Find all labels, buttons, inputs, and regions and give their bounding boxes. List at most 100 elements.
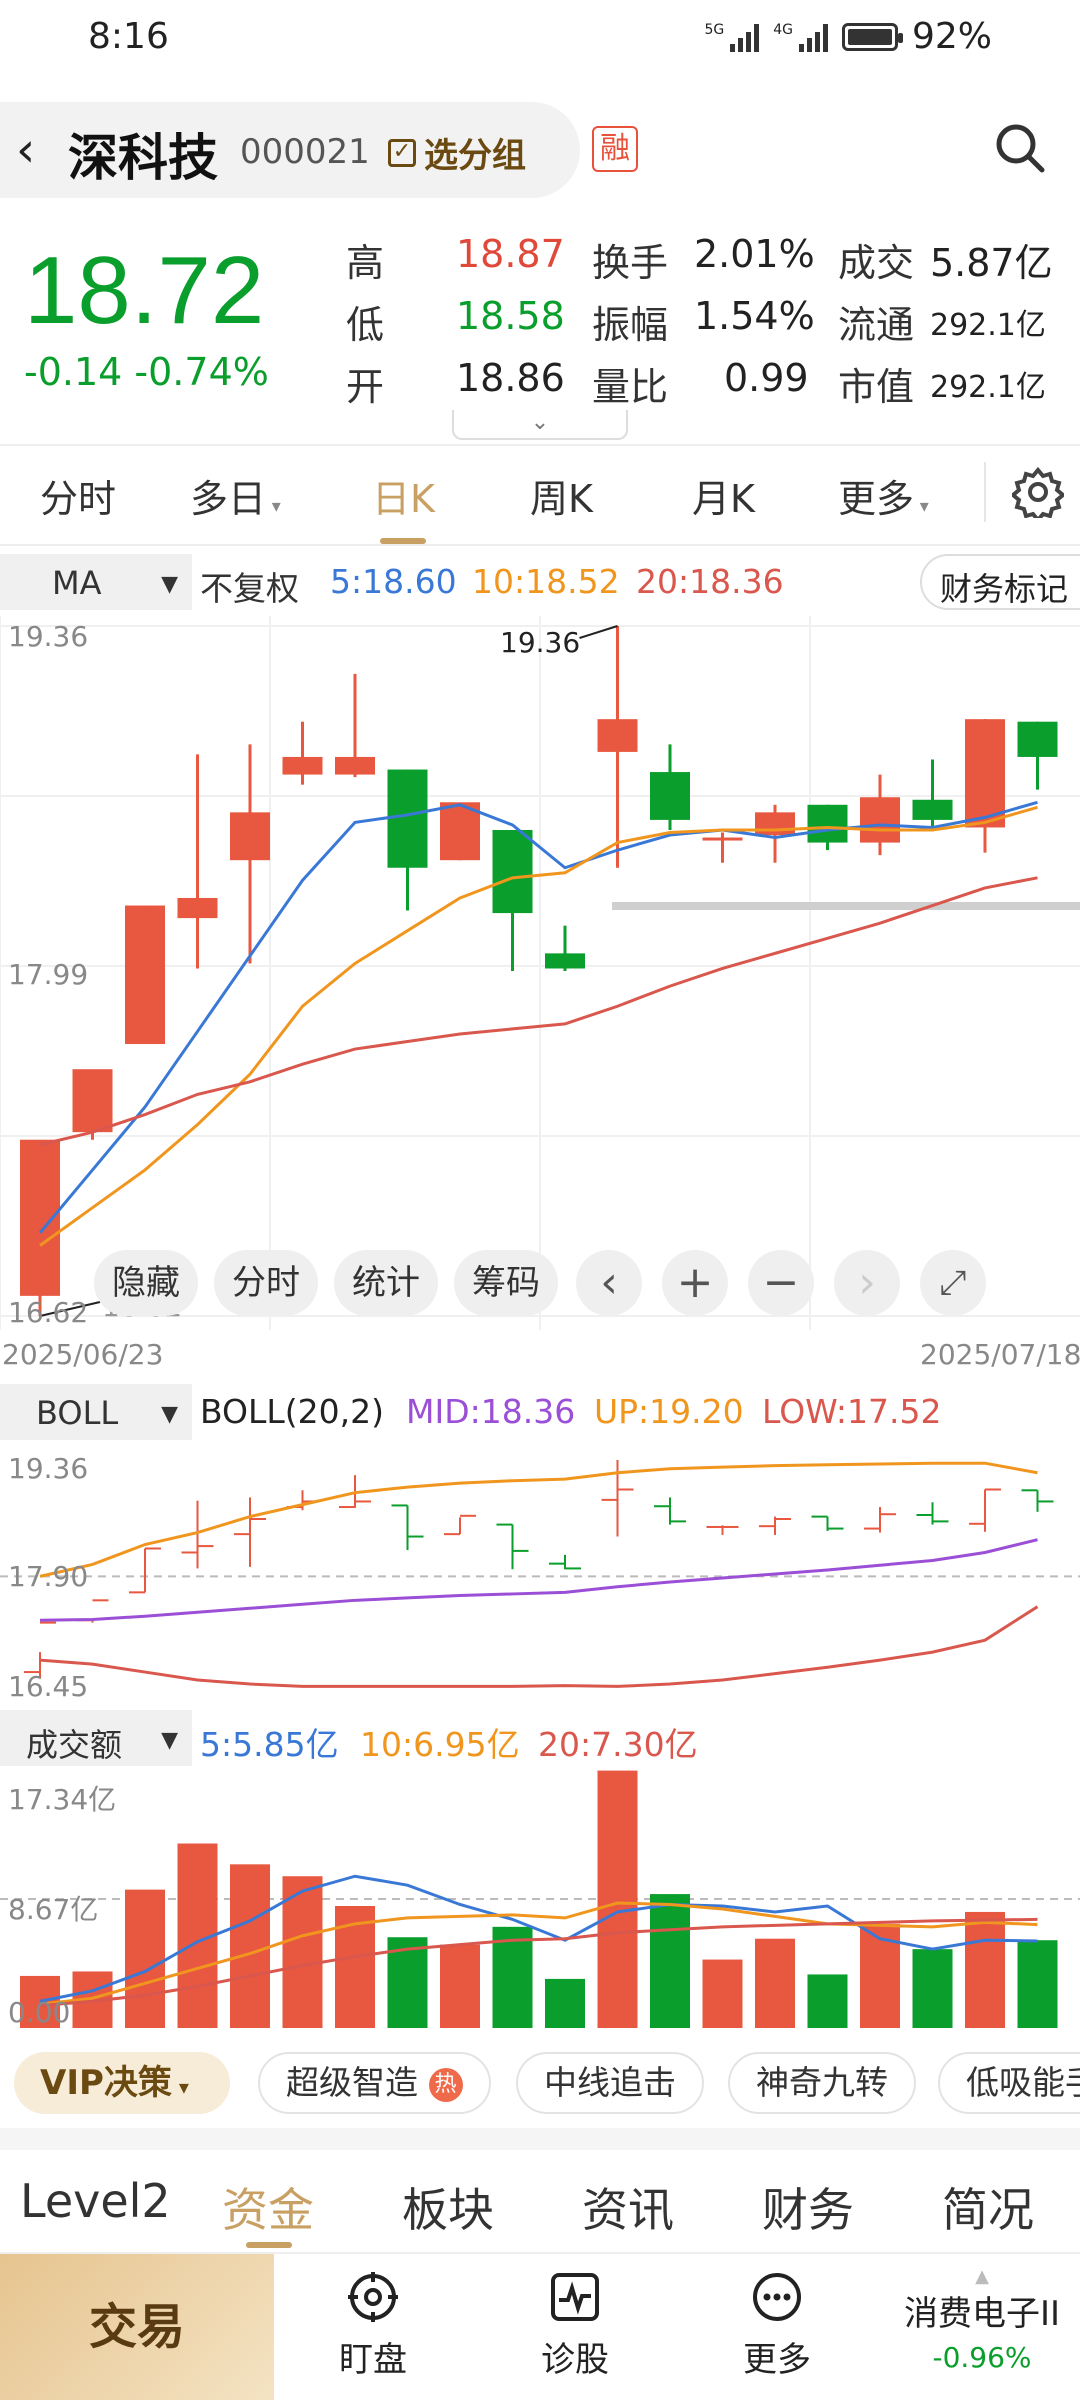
chart-pulse-icon [551,2273,599,2321]
candle-body [282,756,323,775]
volume-bar [125,1889,165,2028]
chips-button[interactable]: 筹码 [454,1250,558,1316]
low-value: 18.58 [456,294,565,338]
change-percent: -0.74% [134,350,269,394]
strategy-chip-super-manufacturing[interactable]: 超级智造 热 [258,2052,491,2114]
volume-bar [230,1864,270,2028]
search-icon[interactable] [992,120,1048,180]
ma-indicator-select[interactable]: MA ▼ [0,554,192,610]
divider [0,444,1080,446]
sector-change: -0.96% [932,2341,1032,2374]
vol-ratio-value: 0.99 [724,356,809,400]
chevron-right-icon[interactable]: › [834,1250,900,1316]
amplitude-label: 振幅 [592,303,669,347]
amplitude-value: 1.54% [694,294,815,338]
boll-up-line [39,1461,1038,1578]
strategy-chip-low-buy[interactable]: 低吸能手 [938,2052,1080,2114]
fullscreen-icon[interactable]: ⤢ [920,1250,986,1316]
volume-bar [965,1911,1005,2028]
kline-axis-top: 19.36 [8,620,89,653]
ma10-value: 10:18.52 [472,562,620,601]
open-value: 18.86 [456,356,565,400]
start-date: 2025/06/23 [2,1338,164,1371]
margin-badge[interactable]: 融 [592,126,638,172]
battery-icon [841,22,903,51]
current-price: 18.72 [24,237,265,344]
vip-decision-button[interactable]: VIP决策 ▾ [14,2052,230,2114]
nav-diagnose[interactable]: 诊股 [510,2270,640,2381]
kline-peak-label: 19.36 [500,626,581,659]
tab-intraday[interactable]: 分时 [40,468,116,523]
back-icon[interactable]: ‹ [16,122,35,178]
tab-news[interactable]: 资讯 [582,2174,674,2240]
candle-body [702,837,743,841]
volume-axis-bottom: 0.00 [8,1996,71,2029]
more-dots-icon [753,2273,801,2321]
divider [0,544,1080,546]
kline-chart[interactable] [0,616,1080,1330]
candle-body [1017,721,1058,757]
select-group-button[interactable]: ✓ 选分组 [388,128,526,177]
tab-profile[interactable]: 简况 [942,2174,1034,2240]
divider [984,462,986,522]
turnover-value: 2.01% [694,232,815,276]
candle-body [230,812,270,861]
tab-sector[interactable]: 板块 [402,2174,494,2240]
volume-bar [807,1974,848,2028]
volume-bar [440,1944,480,2028]
hide-button[interactable]: 隐藏 [94,1250,198,1316]
open-label: 开 [346,365,385,409]
tab-daily-k[interactable]: 日K [372,468,435,523]
adjust-type[interactable]: 不复权 [200,562,299,610]
sector-indicator[interactable]: ▲ 消费电子II -0.96% [884,2268,1080,2375]
signal-5g-icon: 5G [704,22,760,52]
volume-axis-top: 17.34亿 [8,1783,117,1816]
boll-low-line [39,1605,1039,1688]
gear-icon[interactable] [1009,466,1067,524]
boll-indicator-bar: BOLL ▼ BOLL(20,2) MID:18.36 UP:19.20 LOW:… [0,1382,1080,1440]
tab-monthly-k[interactable]: 月K [692,468,755,523]
nav-more[interactable]: 更多 [712,2270,842,2381]
boll-mid: MID:18.36 [406,1392,576,1431]
nav-watch[interactable]: 盯盘 [308,2270,438,2381]
crosshair-icon [348,2272,398,2322]
strategy-chip-midline[interactable]: 中线追击 [516,2052,704,2114]
volume-bar [755,1938,795,2028]
strategy-chip-nine-turn[interactable]: 神奇九转 [728,2052,916,2114]
tab-more[interactable]: 更多 ▾ [838,468,929,523]
price-change: -0.14 -0.74% [24,350,269,394]
tab-level2[interactable]: Level2 [20,2174,171,2228]
volume-indicator-select[interactable]: 成交额 ▼ [0,1710,192,1766]
zoom-out-icon[interactable]: − [748,1250,814,1316]
stats-button[interactable]: 统计 [334,1250,438,1316]
candle-body [125,905,165,1045]
kline-axis-mid: 17.99 [8,958,89,991]
tab-finance[interactable]: 财务 [762,2174,854,2240]
low-label: 低 [346,303,385,347]
candle-body [755,812,795,836]
signal-4g-icon: 4G [773,22,828,52]
intraday-button[interactable]: 分时 [214,1250,318,1316]
chevron-left-icon[interactable]: ‹ [576,1250,642,1316]
tab-capital[interactable]: 资金 [222,2174,314,2240]
battery-percent: 92% [911,16,992,57]
tab-multiday[interactable]: 多日 ▾ [190,468,281,523]
finance-marker-button[interactable]: 财务标记 [920,554,1080,610]
candle-body [545,953,585,969]
tab-weekly-k[interactable]: 周K [530,468,593,523]
boll-axis-top: 19.36 [8,1452,89,1485]
high-label: 高 [346,241,385,285]
boll-axis-bottom: 16.45 [8,1670,89,1703]
trade-button[interactable]: 交易 [0,2254,274,2400]
expand-quote-chevron-icon[interactable]: ⌄ [452,410,628,440]
volume-bar [702,1959,743,2028]
ma20-value: 20:18.36 [636,562,784,601]
zoom-in-icon[interactable]: + [662,1250,728,1316]
end-date: 2025/07/18 [920,1338,1080,1371]
boll-chart[interactable] [0,1442,1080,1700]
boll-indicator-select[interactable]: BOLL ▼ [0,1384,192,1440]
volume-chart[interactable] [0,1770,1080,2032]
volume-axis-mid: 8.67亿 [8,1893,99,1926]
volume-bar [545,1978,585,2028]
checkbox-icon: ✓ [388,138,416,167]
